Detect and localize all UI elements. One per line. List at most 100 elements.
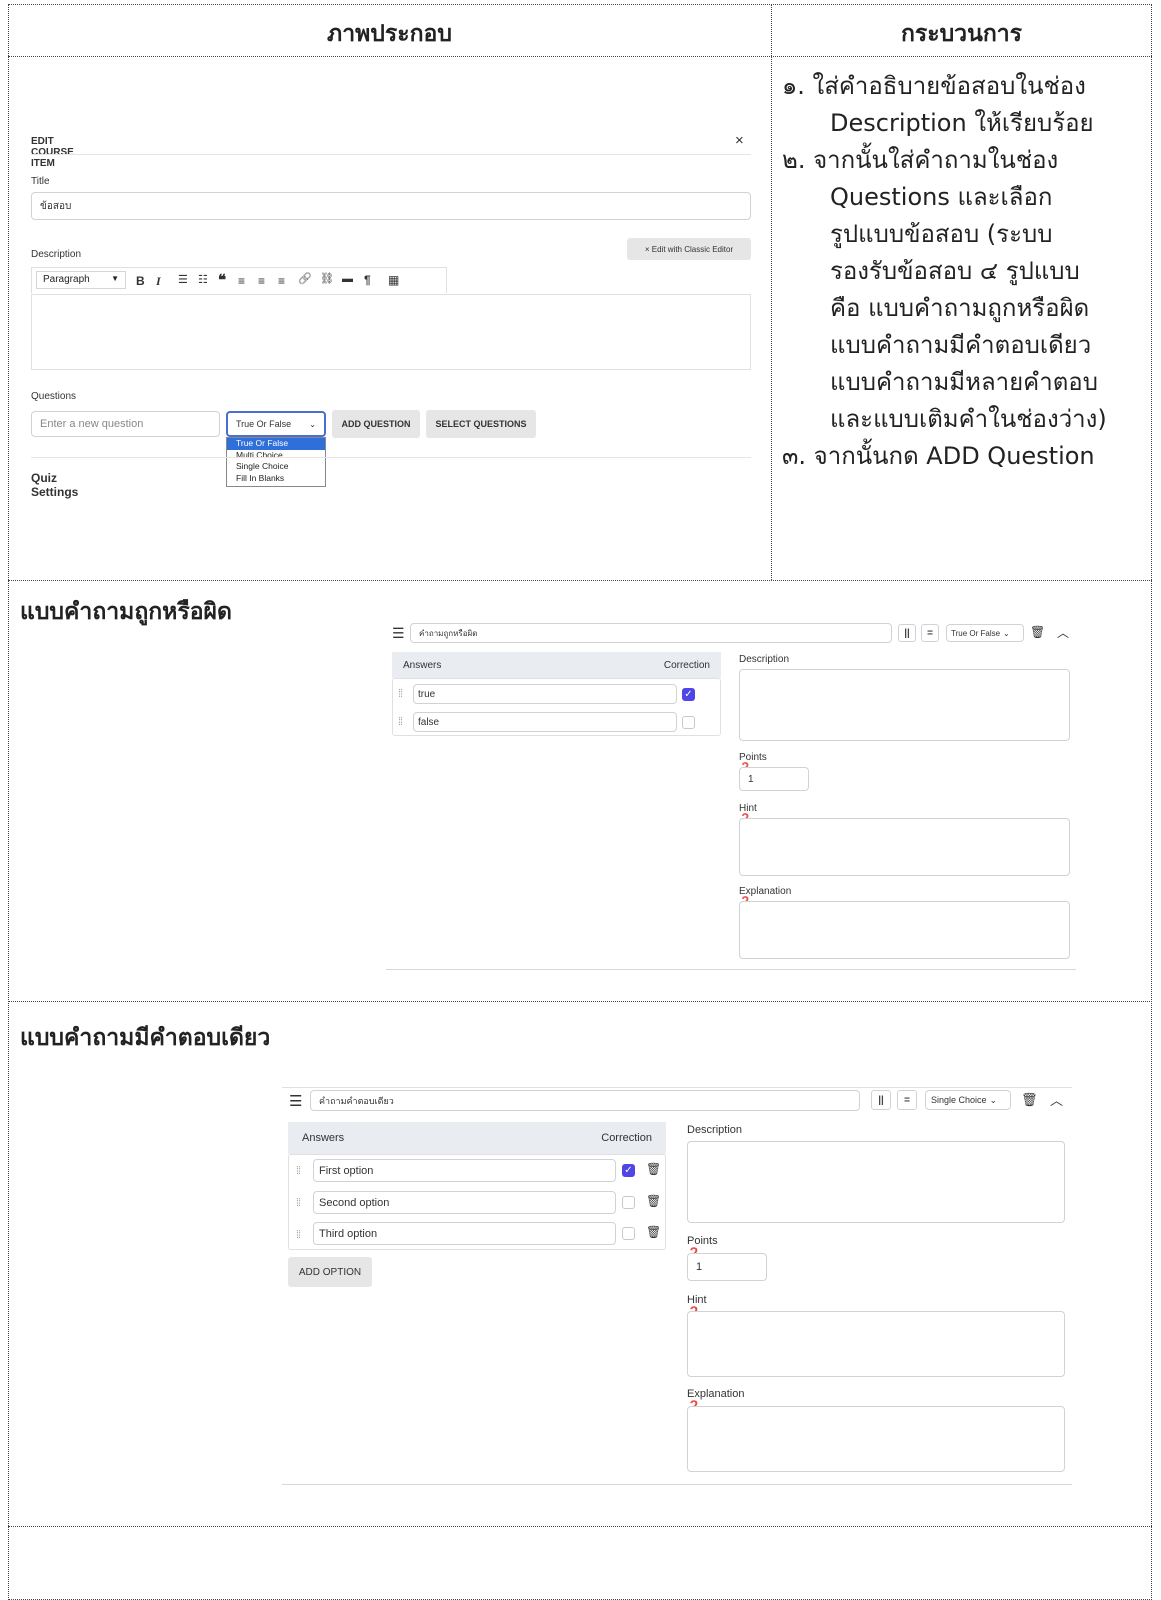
option-true-false[interactable]: True Or False: [227, 438, 325, 450]
answer-input[interactable]: true: [413, 684, 677, 704]
horizontal-line-icon[interactable]: ▬: [342, 274, 353, 285]
pause-icon[interactable]: ||: [871, 1090, 891, 1110]
paragraph-select-value: Paragraph: [43, 274, 90, 285]
equals-icon[interactable]: =: [897, 1090, 917, 1110]
add-option-button[interactable]: ADD OPTION: [288, 1257, 372, 1287]
option-multi-choice[interactable]: Multi Choice: [227, 450, 325, 462]
equals-icon[interactable]: =: [921, 624, 939, 642]
menu-icon[interactable]: ☰: [392, 626, 405, 640]
answer-input[interactable]: First option: [313, 1159, 616, 1182]
drag-handle-icon[interactable]: ⁞⁞: [296, 1229, 301, 1241]
step-line: Questions และเลือก: [830, 183, 1053, 211]
align-center-icon[interactable]: ≡: [258, 275, 265, 287]
steps-list: ๑. ใส่คำอธิบายข้อสอบในช่อง Description ใ…: [782, 68, 1154, 475]
col1-header: ภาพประกอบ: [327, 21, 452, 47]
answer-input[interactable]: false: [413, 712, 677, 732]
collapse-chevron-icon[interactable]: ︿: [1050, 1094, 1063, 1107]
settings-divider: [31, 457, 751, 458]
drag-handle-icon[interactable]: ⁞⁞: [398, 716, 403, 728]
italic-icon[interactable]: I: [156, 275, 161, 287]
explanation-textarea[interactable]: [739, 901, 1070, 959]
step-line: ๑. ใส่คำอธิบายข้อสอบในช่อง: [782, 72, 1086, 100]
question-type-value: Single Choice: [931, 1095, 987, 1105]
question-type-select[interactable]: True Or False ⌄: [226, 411, 326, 437]
option-single-choice[interactable]: Single Choice: [227, 461, 325, 473]
bulleted-list-icon[interactable]: ☰: [178, 275, 188, 286]
question-bottom-divider: [386, 969, 1076, 970]
correct-checkbox[interactable]: ✓: [682, 688, 695, 701]
collapse-chevron-icon[interactable]: ︿: [1057, 627, 1069, 639]
trash-icon[interactable]: 🗑: [1021, 1093, 1038, 1106]
drag-handle-icon[interactable]: ⁞⁞: [296, 1165, 301, 1177]
points-input[interactable]: 1: [739, 767, 809, 791]
trash-icon[interactable]: 🗑: [646, 1195, 661, 1207]
description-label: Description: [687, 1124, 743, 1136]
paragraph-mark-icon[interactable]: ¶: [364, 274, 371, 286]
explanation-label-text: Explanation: [687, 1388, 745, 1400]
step-line: ๓. จากนั้นกด ADD Question: [782, 442, 1095, 470]
hint-textarea[interactable]: [687, 1311, 1065, 1377]
question-bottom-divider: [282, 1484, 1072, 1485]
blockquote-icon[interactable]: ❝: [218, 273, 226, 288]
pause-icon[interactable]: ||: [898, 624, 916, 642]
table-icon[interactable]: ▦: [388, 274, 399, 286]
step-line: รูปแบบข้อสอบ (ระบบ: [830, 220, 1053, 248]
correct-checkbox[interactable]: [622, 1227, 635, 1240]
row-divider-3: [8, 1526, 1152, 1527]
add-question-button[interactable]: ADD QUESTION: [332, 410, 420, 438]
menu-icon[interactable]: ☰: [289, 1094, 302, 1109]
step-line: คือ แบบคำถามถูกหรือผิด: [830, 294, 1090, 322]
drag-handle-icon[interactable]: ⁞⁞: [296, 1197, 301, 1209]
edit-item-header: EDIT COURSE ITEM: [31, 136, 74, 169]
answer-input[interactable]: Third option: [313, 1222, 616, 1245]
question-type-value: True Or False: [236, 419, 292, 429]
hint-label-text: Hint: [687, 1294, 707, 1306]
question-type-dropdown: True Or False Multi Choice Single Choice…: [226, 437, 326, 487]
paragraph-select[interactable]: Paragraph ▼: [36, 271, 126, 289]
bold-icon[interactable]: B: [136, 275, 145, 287]
row-divider-1: [8, 580, 1152, 581]
hint-label-text: Hint: [739, 803, 757, 814]
numbered-list-icon[interactable]: ☷: [198, 275, 208, 286]
question-type-select[interactable]: Single Choice ⌄: [925, 1090, 1011, 1110]
answer-input[interactable]: Second option: [313, 1191, 616, 1214]
correct-checkbox[interactable]: [622, 1196, 635, 1209]
description-editor[interactable]: [31, 294, 751, 370]
select-questions-button[interactable]: SELECT QUESTIONS: [426, 410, 536, 438]
row-divider-2: [8, 1001, 1152, 1002]
questions-label: Questions: [31, 391, 77, 402]
points-label-text: Points: [687, 1235, 718, 1247]
question-type-select[interactable]: True Or False ⌄: [946, 624, 1024, 642]
option-fill-blanks[interactable]: Fill In Blanks: [227, 473, 325, 485]
trash-icon[interactable]: 🗑: [646, 1226, 661, 1238]
align-right-icon[interactable]: ≡: [278, 275, 285, 287]
correct-checkbox[interactable]: [682, 716, 695, 729]
points-input[interactable]: 1: [687, 1253, 767, 1281]
drag-handle-icon[interactable]: ⁞⁞: [398, 688, 403, 700]
question-title-input[interactable]: คำถามคำตอบเดียว: [310, 1090, 860, 1111]
description-label: Description: [31, 249, 82, 260]
title-input[interactable]: ข้อสอบ: [31, 192, 751, 220]
description-textarea[interactable]: [687, 1141, 1065, 1223]
title-label: Title: [31, 176, 50, 187]
close-icon[interactable]: ×: [735, 133, 744, 148]
correct-checkbox[interactable]: ✓: [622, 1164, 635, 1177]
trash-icon[interactable]: 🗑: [1030, 626, 1045, 638]
correction-header-label: Correction: [601, 1132, 652, 1144]
header-divider-line: [31, 154, 751, 155]
new-question-input[interactable]: Enter a new question: [31, 411, 220, 437]
answers-header-label: Answers: [403, 660, 442, 671]
step-line: และแบบเติมคำในช่องว่าง): [830, 405, 1107, 433]
unlink-icon[interactable]: ⛓: [320, 274, 334, 285]
step-line: ๒. จากนั้นใส่คำถามในช่อง: [782, 146, 1059, 174]
description-textarea[interactable]: [739, 669, 1070, 741]
classic-editor-button[interactable]: × Edit with Classic Editor: [627, 238, 751, 260]
question-title-input[interactable]: คำถามถูกหรือผิด: [410, 623, 892, 643]
link-icon[interactable]: 🔗: [298, 274, 312, 285]
trash-icon[interactable]: 🗑: [646, 1163, 661, 1175]
hint-textarea[interactable]: [739, 818, 1070, 876]
question-type-value: True Or False: [951, 628, 1001, 638]
align-left-icon[interactable]: ≡: [238, 275, 245, 287]
header-divider: [8, 56, 1152, 57]
explanation-textarea[interactable]: [687, 1406, 1065, 1472]
